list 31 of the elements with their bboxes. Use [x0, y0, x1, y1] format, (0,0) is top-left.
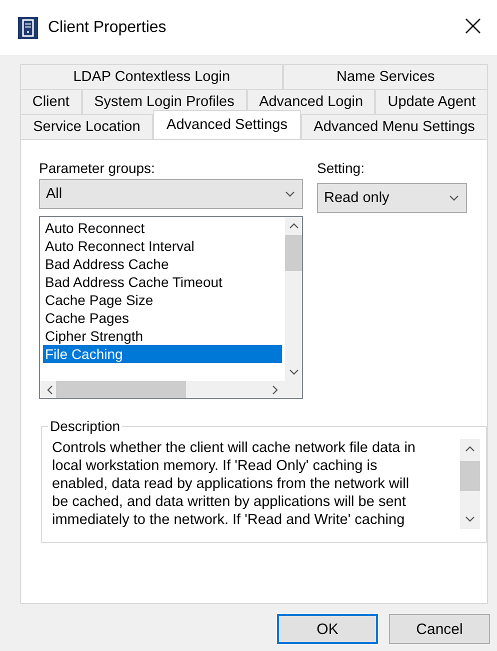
list-item[interactable]: Auto Reconnect: [43, 219, 282, 237]
list-item[interactable]: Auto Reconnect Interval: [43, 237, 282, 255]
group-title: Description: [48, 418, 122, 434]
window-title: Client Properties: [48, 18, 168, 36]
setting-dropdown[interactable]: Read only: [317, 183, 467, 213]
list-item[interactable]: Cache Page Size: [43, 291, 282, 309]
list-item[interactable]: Bad Address Cache Timeout: [43, 273, 282, 291]
tab[interactable]: Service Location: [20, 114, 154, 139]
parameter-groups-dropdown[interactable]: All: [39, 179, 303, 209]
tab[interactable]: Name Services: [283, 64, 488, 89]
scrollbar-thumb[interactable]: [285, 235, 302, 271]
tab[interactable]: Advanced Settings: [153, 110, 301, 139]
scrollbar-thumb[interactable]: [56, 381, 186, 398]
list-item[interactable]: Cipher Strength: [43, 327, 282, 345]
field-label: Setting:: [317, 160, 364, 176]
tab[interactable]: Advanced Menu Settings: [300, 114, 488, 139]
dialog-button[interactable]: OK: [277, 614, 378, 644]
list-item[interactable]: File Caching: [43, 345, 282, 363]
tab[interactable]: Update Agent: [375, 89, 488, 114]
scrollbar-thumb[interactable]: [460, 461, 480, 491]
tab[interactable]: Advanced Login: [246, 89, 376, 114]
tab[interactable]: System Login Profiles: [82, 89, 247, 114]
description-text: Controls whether the client will cache network file data in local workstation memory. If 'Read Only' caching is enabled, data read by applications from the network will be cached, and data written by applications will be sent immediately to the network. If 'Read and Write' caching: [52, 439, 416, 530]
list-item[interactable]: Bad Address Cache: [43, 255, 282, 273]
server-icon: [18, 16, 38, 38]
list-item[interactable]: Cache Pages: [43, 309, 282, 327]
dialog-button[interactable]: Cancel: [389, 614, 490, 644]
tab[interactable]: LDAP Contextless Login: [20, 64, 284, 89]
field-label: Parameter groups:: [39, 160, 155, 176]
tab[interactable]: Client: [20, 89, 82, 114]
parameter-list[interactable]: Auto Reconnect Auto Reconnect Interval Bad Address Cache Bad Address Cache Timeout Cache Page Size Cache Pages Cipher Strength File Caching: [39, 216, 303, 399]
